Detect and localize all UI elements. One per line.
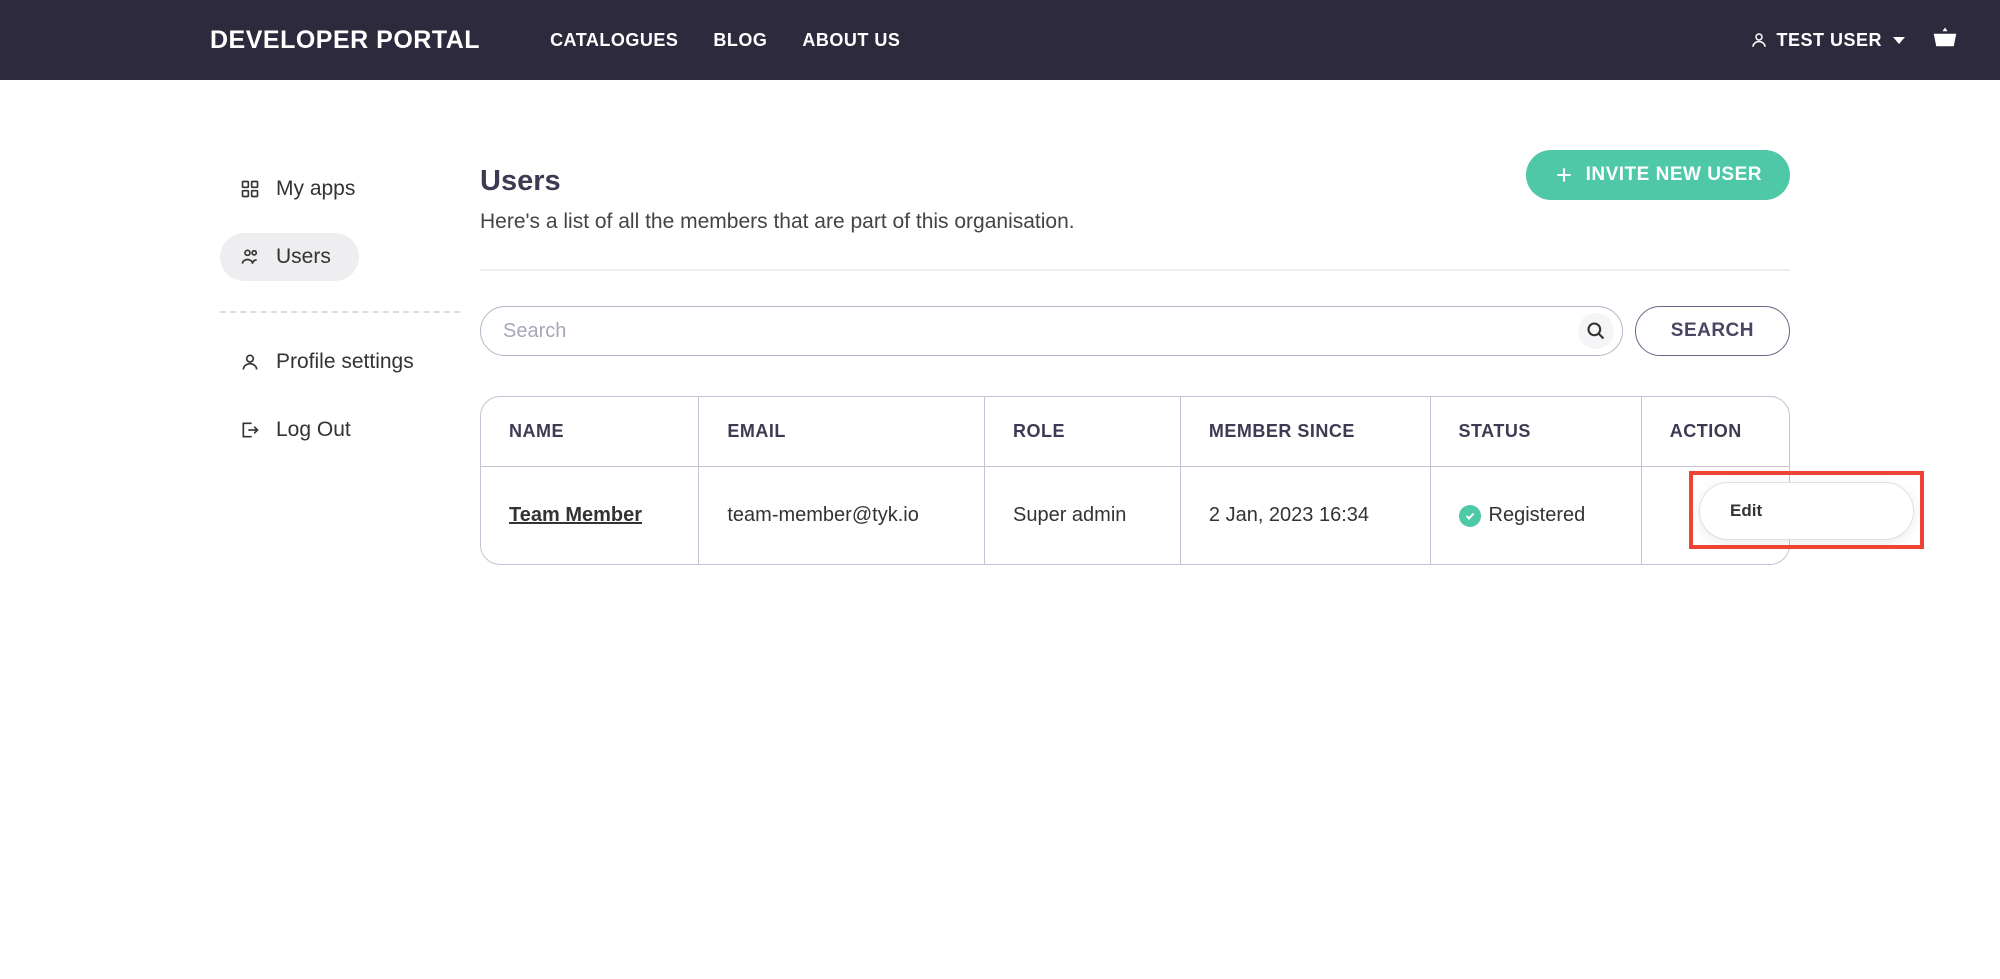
header: DEVELOPER PORTAL CATALOGUES BLOG ABOUT U… xyxy=(0,0,2000,80)
th-member-since: MEMBER SINCE xyxy=(1180,397,1430,467)
invite-btn-label: INVITE NEW USER xyxy=(1586,164,1762,186)
th-status: STATUS xyxy=(1430,397,1641,467)
sidebar: My apps Users Profile settings xyxy=(0,165,480,565)
content-divider xyxy=(480,269,1790,271)
user-email: team-member@tyk.io xyxy=(699,467,985,565)
table-row: Team Member team-member@tyk.io Super adm… xyxy=(481,467,1789,565)
search-button[interactable]: SEARCH xyxy=(1635,306,1790,356)
apps-icon xyxy=(240,179,260,199)
th-email: EMAIL xyxy=(699,397,985,467)
search-icon xyxy=(1586,321,1606,341)
sidebar-label: Profile settings xyxy=(276,350,414,374)
profile-icon xyxy=(240,352,260,372)
user-role: Super admin xyxy=(985,467,1181,565)
basket-icon[interactable] xyxy=(1930,25,1960,55)
th-action: ACTION xyxy=(1641,397,1789,467)
page-header: Users Here's a list of all the members t… xyxy=(480,165,1790,234)
sidebar-label: Users xyxy=(276,245,331,269)
nav: CATALOGUES BLOG ABOUT US xyxy=(550,30,900,51)
sidebar-divider xyxy=(220,311,460,313)
header-right: TEST USER xyxy=(1750,25,1960,55)
sidebar-item-users[interactable]: Users xyxy=(220,233,359,281)
th-role: ROLE xyxy=(985,397,1181,467)
user-icon xyxy=(1750,31,1768,49)
search-row: SEARCH xyxy=(480,306,1790,356)
sidebar-item-myapps[interactable]: My apps xyxy=(220,165,480,213)
users-table-wrap: NAME EMAIL ROLE MEMBER SINCE STATUS ACTI… xyxy=(480,396,1790,565)
search-icon-button[interactable] xyxy=(1578,313,1614,349)
nav-catalogues[interactable]: CATALOGUES xyxy=(550,30,678,51)
search-input-wrap xyxy=(480,306,1623,356)
page-title-group: Users Here's a list of all the members t… xyxy=(480,165,1075,234)
page-subtitle: Here's a list of all the members that ar… xyxy=(480,210,1075,234)
nav-about[interactable]: ABOUT US xyxy=(802,30,900,51)
main: Users Here's a list of all the members t… xyxy=(480,165,2000,565)
sidebar-label: My apps xyxy=(276,177,355,201)
users-table: NAME EMAIL ROLE MEMBER SINCE STATUS ACTI… xyxy=(481,397,1789,564)
sidebar-label: Log Out xyxy=(276,418,351,442)
user-menu[interactable]: TEST USER xyxy=(1750,30,1905,51)
search-input[interactable] xyxy=(503,320,1567,343)
check-circle-icon xyxy=(1459,505,1481,527)
sidebar-item-logout[interactable]: Log Out xyxy=(220,406,480,454)
edit-menu-item[interactable]: Edit xyxy=(1730,501,1883,521)
status-text: Registered xyxy=(1489,504,1586,527)
page-title: Users xyxy=(480,165,1075,198)
user-name: TEST USER xyxy=(1776,30,1882,51)
nav-blog[interactable]: BLOG xyxy=(713,30,767,51)
sidebar-item-profile[interactable]: Profile settings xyxy=(220,338,480,386)
plus-icon xyxy=(1554,165,1574,185)
users-icon xyxy=(240,247,260,267)
content: My apps Users Profile settings xyxy=(0,80,2000,565)
action-dropdown: Edit xyxy=(1699,482,1914,540)
user-name-link[interactable]: Team Member xyxy=(509,504,642,526)
chevron-down-icon xyxy=(1893,37,1905,44)
user-member-since: 2 Jan, 2023 16:34 xyxy=(1180,467,1430,565)
invite-new-user-button[interactable]: INVITE NEW USER xyxy=(1526,150,1790,200)
logout-icon xyxy=(240,420,260,440)
th-name: NAME xyxy=(481,397,699,467)
logo[interactable]: DEVELOPER PORTAL xyxy=(210,26,480,55)
status-cell: Registered xyxy=(1459,504,1613,527)
